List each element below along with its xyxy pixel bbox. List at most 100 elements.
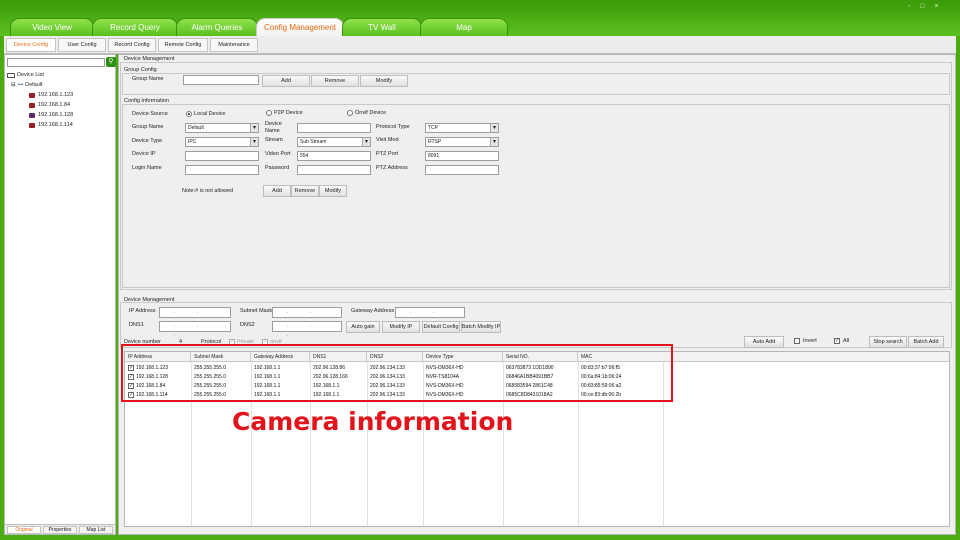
group-name-select[interactable]: Default xyxy=(185,123,259,133)
tree-device[interactable]: 192.168.1.114 xyxy=(7,120,115,130)
subnet-mask-input[interactable]: . . . xyxy=(272,307,342,324)
subtab-record-config[interactable]: Record Config xyxy=(108,38,156,52)
group-name-input[interactable] xyxy=(183,75,259,85)
login-name-label: Login Name xyxy=(132,165,162,171)
group-add-button[interactable]: Add xyxy=(262,75,310,87)
tree-root[interactable]: Device List xyxy=(7,70,115,80)
collapse-icon[interactable]: ⊟ xyxy=(11,82,16,88)
group-modify-button[interactable]: Modify xyxy=(360,75,408,87)
dns2-input[interactable]: . . . xyxy=(272,321,342,338)
camera-icon xyxy=(29,102,35,108)
tab-original[interactable]: Original xyxy=(7,526,41,534)
tab-map-list[interactable]: Map List xyxy=(79,526,113,534)
tree-device[interactable]: 192.168.1.128 xyxy=(7,110,115,120)
stream-select[interactable]: Sub Stream xyxy=(297,137,371,147)
ip-address-label: IP Address xyxy=(129,308,156,314)
subnet-mask-label: Subnet Mask xyxy=(240,308,273,314)
protocol-type-select[interactable]: TCP xyxy=(425,123,499,133)
dns2-label: DNS2 xyxy=(240,322,255,328)
all-checkbox[interactable]: ✓ xyxy=(834,338,840,344)
protocol-type-label: Protocol Type xyxy=(376,124,410,130)
all-label: All xyxy=(843,338,850,344)
search-icon[interactable]: ⚲ xyxy=(106,57,116,67)
ptz-address-input[interactable] xyxy=(425,165,499,175)
device-ip-label: Device IP xyxy=(132,151,156,157)
video-port-label: Video Port xyxy=(265,151,291,157)
auto-gain-button[interactable]: Auto gain xyxy=(346,321,380,333)
device-name-input[interactable] xyxy=(297,123,371,133)
p2p-device-label: P2P Device xyxy=(274,110,303,116)
ptz-address-label: PTZ Address xyxy=(376,165,408,171)
group-remove-button[interactable]: Remove xyxy=(311,75,359,87)
device-type-label: Device Type xyxy=(132,138,163,144)
local-device-label: Local Device xyxy=(194,111,226,117)
network-icon: ⊶ xyxy=(17,82,24,88)
auto-add-button[interactable]: Auto Add xyxy=(744,336,784,348)
tree-device-label: 192.168.1.84 xyxy=(38,102,71,108)
local-device-radio[interactable] xyxy=(186,111,192,117)
tree-device-label: 192.168.1.128 xyxy=(38,112,74,118)
subtab-remote-config[interactable]: Remote Config xyxy=(158,38,208,52)
tree-group-label: Default xyxy=(25,82,43,88)
dns1-input[interactable]: . . . xyxy=(159,321,231,338)
subtab-device-config[interactable]: Device Config xyxy=(6,38,56,52)
ptz-port-label: PTZ Port xyxy=(376,151,399,157)
tree-device-label: 192.168.1.123 xyxy=(38,92,74,98)
tree-group[interactable]: ⊟ ⊶ Default xyxy=(7,80,115,90)
visit-mod-label: Visit Mod xyxy=(376,137,399,143)
tab-properties[interactable]: Properties xyxy=(43,526,77,534)
batch-add-button[interactable]: Batch Add xyxy=(908,336,944,348)
tree-device[interactable]: 192.168.1.123 xyxy=(7,90,115,100)
default-config-button[interactable]: Default Config xyxy=(422,321,460,333)
tree-device-label: 192.168.1.114 xyxy=(38,122,73,128)
app-window: Video View Record Query Alarm Queries Co… xyxy=(0,0,960,540)
annotation-text: Camera information xyxy=(232,407,514,436)
main-tab-bar: Video View Record Query Alarm Queries Co… xyxy=(0,0,960,36)
login-name-input[interactable] xyxy=(185,165,259,175)
gateway-label: Gateway Address xyxy=(351,308,395,314)
ip-address-input[interactable]: . . . xyxy=(159,307,231,324)
onvif-device-label: Onvif Device xyxy=(355,110,387,116)
device-modify-button[interactable]: Modify xyxy=(319,185,347,197)
device-remove-button[interactable]: Remove xyxy=(291,185,319,197)
window-controls[interactable]: - □ × xyxy=(908,3,943,10)
tab-config-management[interactable]: Config Management xyxy=(256,18,344,36)
note-text: Note:# is not allowed xyxy=(182,188,234,194)
tab-alarm-queries[interactable]: Alarm Queries xyxy=(176,18,258,36)
modify-ip-button[interactable]: Modify IP xyxy=(382,321,420,333)
video-port-input[interactable]: 554 xyxy=(297,151,371,161)
password-label: Password xyxy=(265,165,290,171)
dns1-label: DNS1 xyxy=(129,322,144,328)
device-add-button[interactable]: Add xyxy=(263,185,291,197)
monitor-icon xyxy=(7,72,15,78)
nvr-icon xyxy=(29,112,35,118)
ptz-port-input[interactable]: 8091 xyxy=(425,151,499,161)
subtab-user-config[interactable]: User Config xyxy=(58,38,106,52)
p2p-device-radio[interactable] xyxy=(266,110,272,116)
device-list-panel: ⚲ Device List ⊟ ⊶ Default 192.168.1.123 19… xyxy=(4,54,116,535)
group-name-label-2: Group Name xyxy=(132,124,164,130)
stop-search-button[interactable]: Stop search xyxy=(869,336,907,348)
device-type-select[interactable]: IPC xyxy=(185,137,259,147)
sidebar-bottom-tabs: Original Properties Map List xyxy=(5,524,115,534)
invert-label: Invert xyxy=(803,338,817,344)
stream-label: Stream xyxy=(265,137,283,143)
tab-video-view[interactable]: Video View xyxy=(10,18,94,36)
device-tree: Device List ⊟ ⊶ Default 192.168.1.123 192.… xyxy=(7,70,115,130)
tab-record-query[interactable]: Record Query xyxy=(92,18,178,36)
device-ip-input[interactable] xyxy=(185,151,259,161)
onvif-device-radio[interactable] xyxy=(347,110,353,116)
tree-root-label: Device List xyxy=(17,72,44,78)
password-input[interactable] xyxy=(297,165,371,175)
batch-modify-ip-button[interactable]: Batch Modify IP xyxy=(461,321,501,333)
tab-tv-wall[interactable]: TV Wall xyxy=(342,18,422,36)
invert-checkbox[interactable] xyxy=(794,338,800,344)
tree-device[interactable]: 192.168.1.84 xyxy=(7,100,115,110)
visit-mod-select[interactable]: RTSP xyxy=(425,137,499,147)
gateway-input[interactable]: . . . xyxy=(395,307,465,324)
camera-icon xyxy=(29,122,35,128)
device-source-label: Device Source xyxy=(132,111,168,117)
device-search-input[interactable] xyxy=(7,58,105,67)
tab-map[interactable]: Map xyxy=(420,18,508,36)
subtab-maintenance[interactable]: Maintenance xyxy=(210,38,258,52)
